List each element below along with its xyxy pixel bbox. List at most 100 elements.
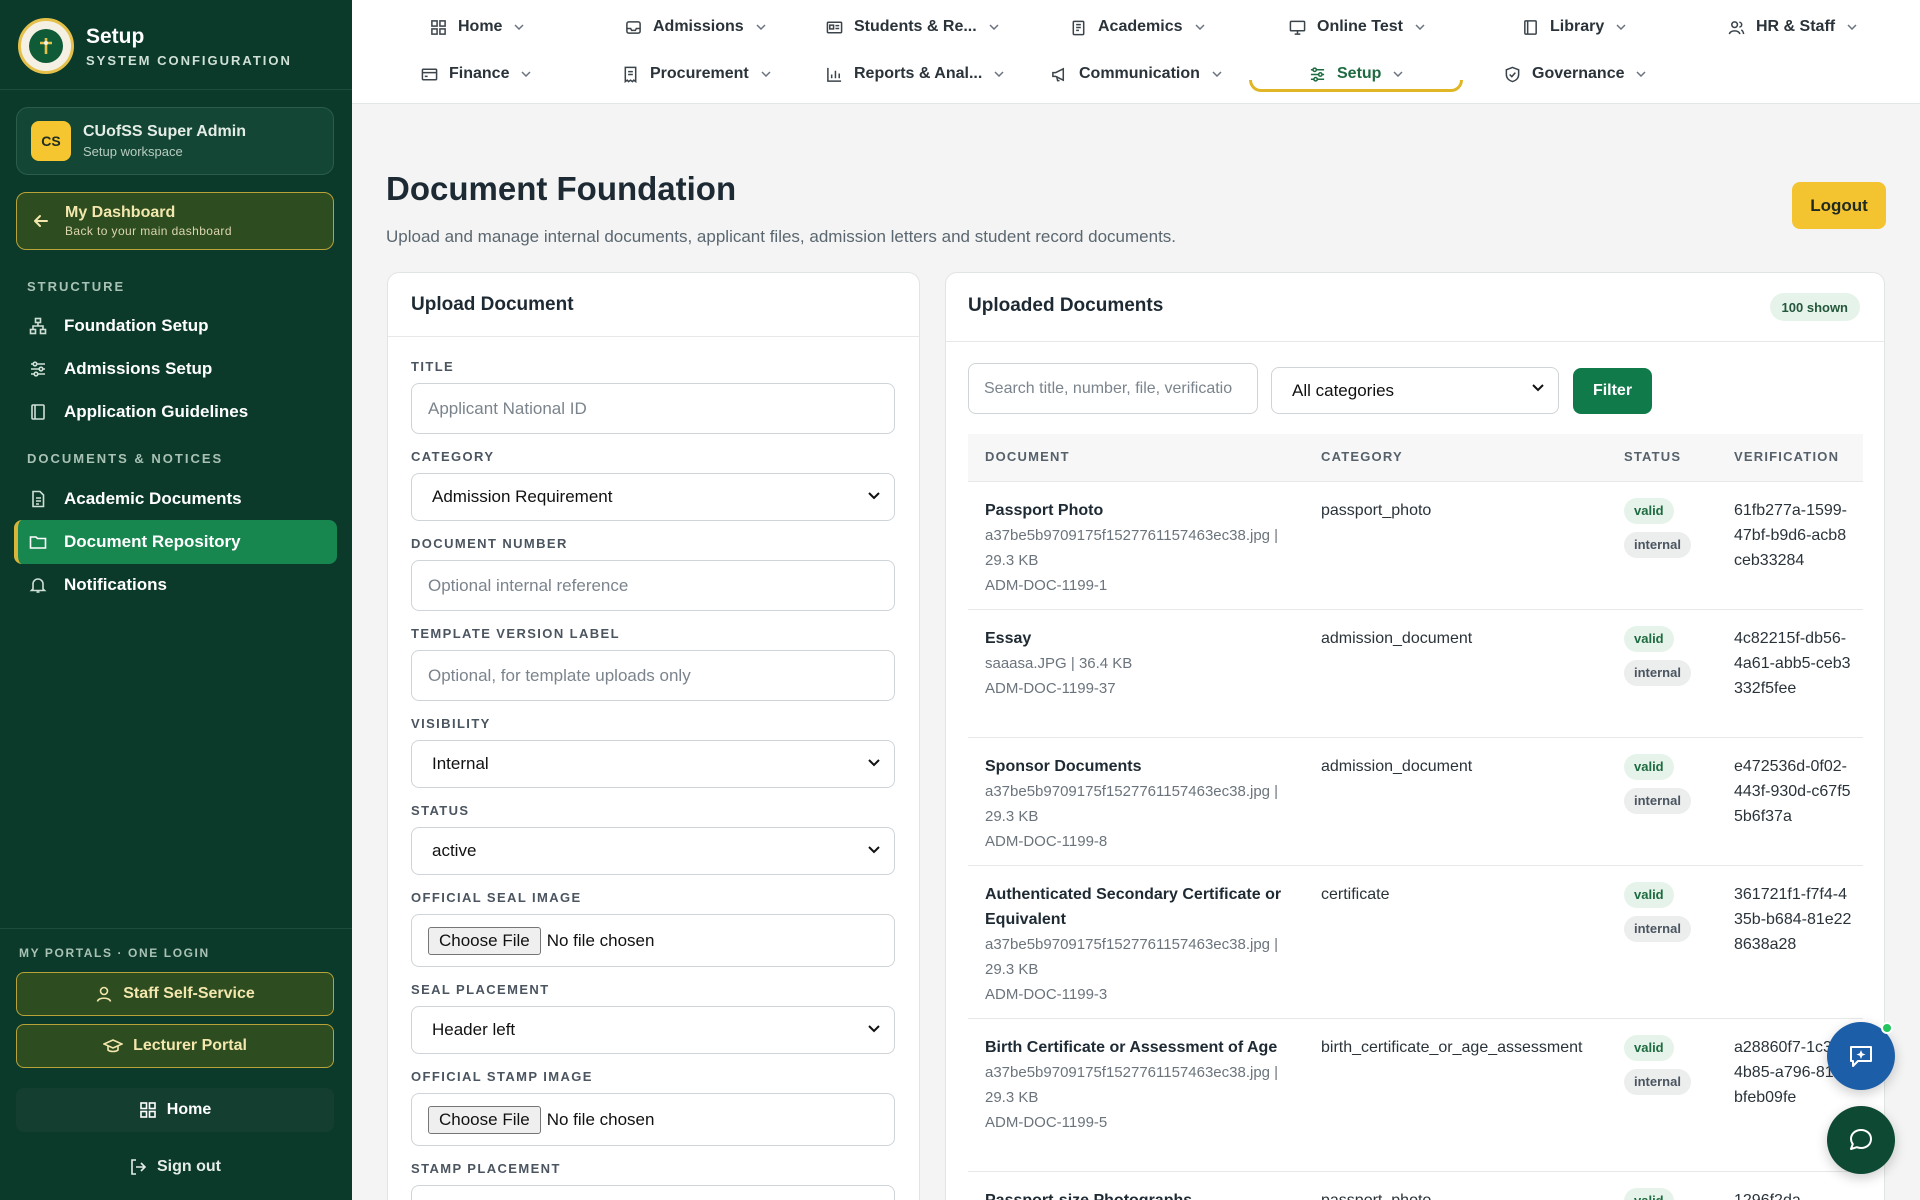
nav-section-structure: STRUCTURE xyxy=(27,279,126,294)
nav-section-documents: DOCUMENTS & NOTICES xyxy=(27,451,224,466)
table-row[interactable]: Passport-size Photographs passport_photo… xyxy=(968,1172,1863,1200)
nav-library[interactable]: Library xyxy=(1522,12,1626,42)
table-row[interactable]: Passport Photo a37be5b9709175f1527761157… xyxy=(968,482,1863,610)
table-row[interactable]: Sponsor Documents a37be5b9709175f1527761… xyxy=(968,738,1863,866)
sidebar-item-foundation-setup[interactable]: Foundation Setup xyxy=(14,304,337,348)
nav-governance[interactable]: Governance xyxy=(1504,59,1647,89)
choose-file-button[interactable]: Choose File xyxy=(428,926,541,955)
title-input[interactable]: Applicant National ID xyxy=(411,383,895,434)
column-header-status[interactable]: STATUS xyxy=(1624,449,1681,464)
documents-heading: Uploaded Documents xyxy=(968,295,1164,316)
user-card: CS CUofSS Super Admin Setup workspace xyxy=(16,107,334,175)
page-title: Document Foundation xyxy=(386,170,737,207)
sidebar-home-button[interactable]: Home xyxy=(16,1088,334,1132)
document-number-input[interactable]: Optional internal reference xyxy=(411,560,895,611)
nav-label: Academics xyxy=(1098,18,1183,35)
seal-placement-select[interactable]: Header left xyxy=(411,1006,895,1054)
top-navigation: Home Admissions Students & Re... Academi… xyxy=(352,0,1920,104)
document-name[interactable]: Passport-size Photographs xyxy=(985,1188,1285,1200)
sidebar-item-notifications[interactable]: Notifications xyxy=(14,563,337,607)
file-status: No file chosen xyxy=(546,1109,655,1129)
nav-academics[interactable]: Academics xyxy=(1070,12,1205,42)
chevron-down-icon xyxy=(521,71,531,77)
id-card-icon xyxy=(826,18,844,36)
filter-button[interactable]: Filter xyxy=(1573,368,1652,414)
stamp-placement-select[interactable] xyxy=(411,1185,895,1200)
nav-finance[interactable]: Finance xyxy=(421,59,531,89)
nav-reports-analytics[interactable]: Reports & Anal... xyxy=(826,59,1004,89)
document-file: a37be5b9709175f1527761157463ec38.jpg | 2… xyxy=(985,936,1279,978)
my-dashboard-link[interactable]: My Dashboard Back to your main dashboard xyxy=(16,192,334,250)
status-badge: valid xyxy=(1624,1188,1674,1200)
sliders-icon xyxy=(28,359,48,379)
sidebar-item-document-repository[interactable]: Document Repository xyxy=(14,520,337,564)
category-label: CATEGORY xyxy=(411,449,495,464)
category-filter-value: All categories xyxy=(1292,380,1395,400)
document-search-input[interactable]: Search title, number, file, verificatio xyxy=(968,363,1258,414)
upload-document-panel: Upload Document TITLE Applicant National… xyxy=(387,272,920,1200)
document-name[interactable]: Birth Certificate or Assessment of Age xyxy=(985,1035,1285,1060)
nav-admissions[interactable]: Admissions xyxy=(625,12,766,42)
staff-self-service-button[interactable]: Staff Self-Service xyxy=(16,972,334,1016)
table-row[interactable]: Authenticated Secondary Certificate or E… xyxy=(968,866,1863,1019)
nav-students-records[interactable]: Students & Re... xyxy=(826,12,999,42)
visibility-select[interactable]: Internal xyxy=(411,740,895,788)
seal-image-file-input[interactable]: Choose File No file chosen xyxy=(411,914,895,967)
document-name[interactable]: Essay xyxy=(985,626,1285,651)
shield-icon xyxy=(1504,65,1522,83)
ai-assistant-button[interactable] xyxy=(1827,1022,1895,1090)
column-header-category[interactable]: CATEGORY xyxy=(1321,449,1403,464)
sidebar-item-label: Notifications xyxy=(64,575,167,594)
chevron-down-icon xyxy=(868,1025,880,1033)
nav-online-test[interactable]: Online Test xyxy=(1289,12,1425,42)
document-name[interactable]: Passport Photo xyxy=(985,498,1285,523)
stamp-image-file-input[interactable]: Choose File No file chosen xyxy=(411,1093,895,1146)
category-value: Admission Requirement xyxy=(432,487,613,506)
table-row[interactable]: Essay saaasa.JPG | 36.4 KB ADM-DOC-1199-… xyxy=(968,610,1863,738)
title-label: TITLE xyxy=(411,359,455,374)
grid-icon xyxy=(139,1101,167,1119)
sidebar-item-application-guidelines[interactable]: Application Guidelines xyxy=(14,390,337,434)
online-indicator xyxy=(1881,1022,1893,1034)
document-number: ADM-DOC-1199-1 xyxy=(985,577,1108,594)
document-number: ADM-DOC-1199-37 xyxy=(985,680,1116,697)
brand-title: Setup xyxy=(86,24,145,48)
template-version-input[interactable]: Optional, for template uploads only xyxy=(411,650,895,701)
status-select[interactable]: active xyxy=(411,827,895,875)
nav-label: Finance xyxy=(449,65,510,82)
sign-out-button[interactable]: Sign out xyxy=(16,1152,334,1182)
user-name: CUofSS Super Admin xyxy=(83,123,246,140)
document-name[interactable]: Authenticated Secondary Certificate or E… xyxy=(985,882,1285,932)
sidebar-item-label: Application Guidelines xyxy=(64,402,249,421)
sign-out-icon xyxy=(129,1158,157,1176)
logout-button[interactable]: Logout xyxy=(1792,182,1886,229)
upload-panel-heading: Upload Document xyxy=(388,273,919,337)
nav-home[interactable]: Home xyxy=(430,12,524,42)
chevron-down-icon xyxy=(1616,24,1626,30)
document-name[interactable]: Sponsor Documents xyxy=(985,754,1285,779)
table-header: DOCUMENT CATEGORY STATUS VERIFICATION xyxy=(968,434,1863,482)
nav-hr-staff[interactable]: HR & Staff xyxy=(1728,12,1857,42)
category-select[interactable]: Admission Requirement xyxy=(411,473,895,521)
sidebar-item-academic-documents[interactable]: Academic Documents xyxy=(14,477,337,521)
chat-button[interactable] xyxy=(1827,1106,1895,1174)
sidebar-item-label: Admissions Setup xyxy=(64,359,213,378)
inbox-icon xyxy=(625,18,643,36)
category-filter-select[interactable]: All categories xyxy=(1271,367,1559,414)
sidebar-item-admissions-setup[interactable]: Admissions Setup xyxy=(14,347,337,391)
nav-label: Reports & Anal... xyxy=(854,65,983,82)
choose-file-button[interactable]: Choose File xyxy=(428,1105,541,1134)
nav-procurement[interactable]: Procurement xyxy=(622,59,771,89)
uploaded-documents-panel: Uploaded Documents 100 shown Search titl… xyxy=(945,272,1885,1200)
active-tab-indicator xyxy=(1249,80,1463,92)
grid-icon xyxy=(430,18,448,36)
column-header-verification[interactable]: VERIFICATION xyxy=(1734,449,1839,464)
table-row[interactable]: Birth Certificate or Assessment of Age a… xyxy=(968,1019,1863,1172)
column-header-document[interactable]: DOCUMENT xyxy=(985,449,1070,464)
book-icon xyxy=(1522,18,1540,36)
document-file: a37be5b9709175f1527761157463ec38.jpg | 2… xyxy=(985,1064,1279,1106)
nav-communication[interactable]: Communication xyxy=(1051,59,1222,89)
lecturer-portal-button[interactable]: Lecturer Portal xyxy=(16,1024,334,1068)
file-text-icon xyxy=(28,489,48,509)
visibility-value: Internal xyxy=(432,754,489,773)
